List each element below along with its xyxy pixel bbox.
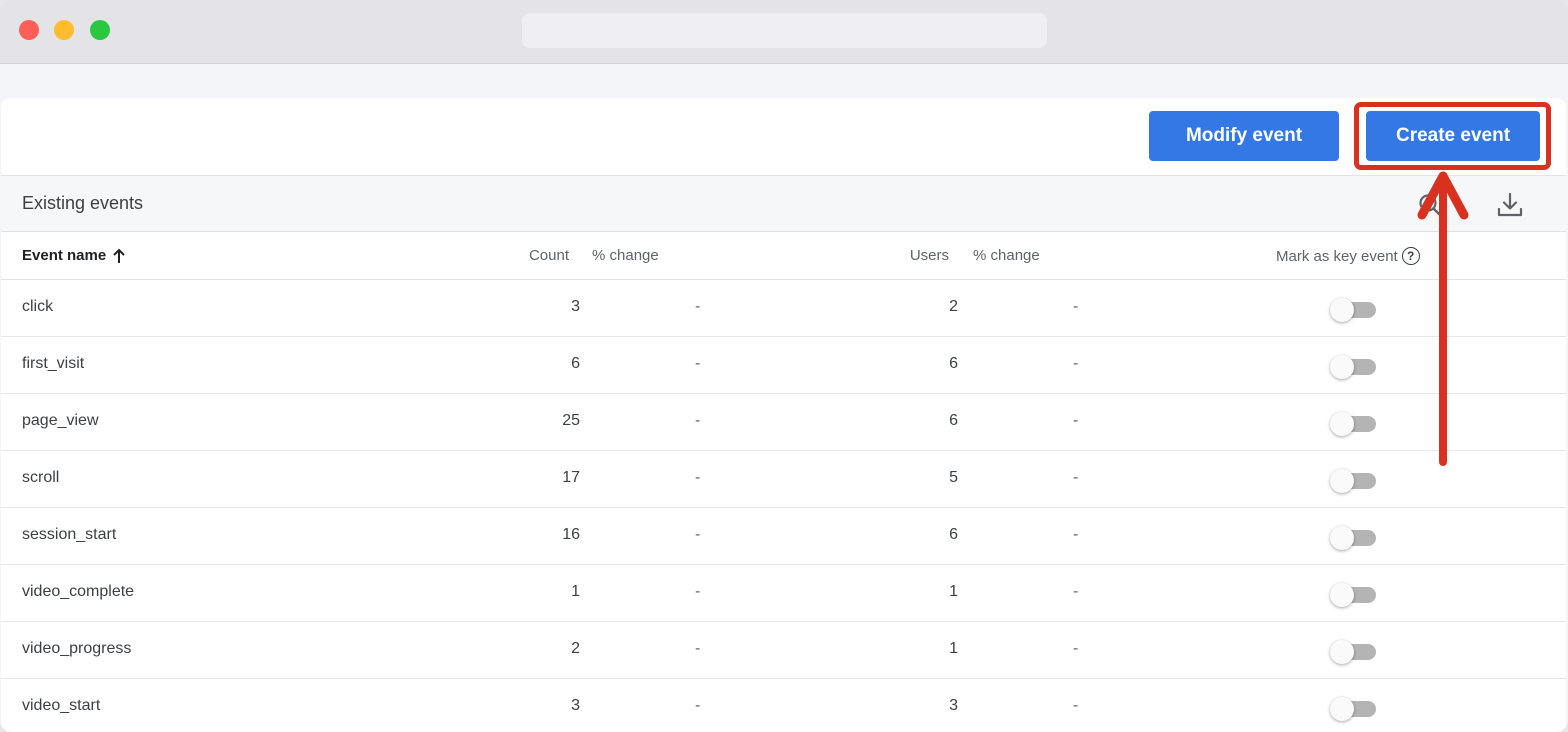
- event-count: 25: [562, 412, 580, 429]
- event-users-change: -: [1073, 355, 1079, 372]
- toggle-knob: [1330, 526, 1354, 550]
- close-window-button[interactable]: [19, 20, 39, 40]
- table-row: scroll 17 - 5 -: [1, 451, 1566, 508]
- table-row: video_complete 1 - 1 -: [1, 565, 1566, 622]
- event-name: page_view: [22, 412, 99, 429]
- events-toolbar: Modify event Create event: [1, 98, 1566, 176]
- event-name: first_visit: [22, 355, 85, 372]
- column-key-event-label: Mark as key event: [1276, 247, 1398, 265]
- key-event-toggle[interactable]: [1330, 355, 1376, 379]
- event-count-change: -: [695, 469, 701, 486]
- event-count: 3: [571, 697, 580, 714]
- key-event-toggle[interactable]: [1330, 697, 1376, 721]
- modify-event-button[interactable]: Modify event: [1149, 111, 1339, 161]
- event-name: session_start: [22, 526, 117, 543]
- title-bar: [0, 0, 1568, 64]
- column-event-name[interactable]: Event name: [22, 247, 126, 264]
- column-users[interactable]: Users: [910, 247, 949, 264]
- column-event-name-label: Event name: [22, 247, 107, 264]
- column-key-event: Mark as key event ?: [1276, 247, 1420, 265]
- event-name: video_complete: [22, 583, 135, 600]
- maximize-window-button[interactable]: [90, 20, 110, 40]
- events-card: Modify event Create event Existing event…: [1, 98, 1566, 732]
- event-count-change: -: [695, 298, 701, 315]
- browser-window: Modify event Create event Existing event…: [0, 0, 1568, 732]
- arrow-up-icon: [113, 248, 125, 263]
- search-icon[interactable]: [1417, 192, 1443, 218]
- table-row: page_view 25 - 6 -: [1, 394, 1566, 451]
- key-event-toggle[interactable]: [1330, 469, 1376, 493]
- table-header: Event name Count % change Users % change…: [1, 232, 1566, 280]
- event-count-change: -: [695, 355, 701, 372]
- toggle-knob: [1330, 355, 1354, 379]
- column-count-change[interactable]: % change: [592, 247, 659, 264]
- table-row: video_start 3 - 3 -: [1, 679, 1566, 732]
- event-count: 1: [571, 583, 580, 600]
- column-users-change[interactable]: % change: [973, 247, 1040, 264]
- toggle-knob: [1330, 298, 1354, 322]
- section-title: Existing events: [22, 193, 144, 213]
- key-event-toggle[interactable]: [1330, 583, 1376, 607]
- event-users-change: -: [1073, 298, 1079, 315]
- key-event-toggle[interactable]: [1330, 526, 1376, 550]
- table-row: click 3 - 2 -: [1, 280, 1566, 337]
- key-event-toggle[interactable]: [1330, 298, 1376, 322]
- event-count-change: -: [695, 583, 701, 600]
- event-count: 16: [562, 526, 580, 543]
- event-name: video_start: [22, 697, 101, 714]
- event-count-change: -: [695, 640, 701, 657]
- event-users-change: -: [1073, 640, 1079, 657]
- create-event-highlight-box: [1354, 102, 1551, 170]
- event-name: video_progress: [22, 640, 132, 657]
- table-row: session_start 16 - 6 -: [1, 508, 1566, 565]
- event-users-change: -: [1073, 526, 1079, 543]
- events-table-body: click 3 - 2 - first_visit 6 - 6 - page_v…: [1, 280, 1566, 732]
- minimize-window-button[interactable]: [54, 20, 74, 40]
- event-users-change: -: [1073, 583, 1079, 600]
- download-icon[interactable]: [1495, 190, 1525, 220]
- key-event-toggle[interactable]: [1330, 412, 1376, 436]
- event-count: 2: [571, 640, 580, 657]
- toggle-knob: [1330, 412, 1354, 436]
- event-count-change: -: [695, 412, 701, 429]
- event-count: 6: [571, 355, 580, 372]
- key-event-toggle[interactable]: [1330, 640, 1376, 664]
- event-users-change: -: [1073, 469, 1079, 486]
- event-users-change: -: [1073, 697, 1079, 714]
- toggle-knob: [1330, 640, 1354, 664]
- column-count[interactable]: Count: [529, 247, 569, 264]
- event-count-change: -: [695, 526, 701, 543]
- toggle-knob: [1330, 697, 1354, 721]
- event-users: 6: [949, 526, 958, 543]
- event-users-change: -: [1073, 412, 1079, 429]
- event-users: 6: [949, 355, 958, 372]
- event-users: 6: [949, 412, 958, 429]
- event-users: 1: [949, 640, 958, 657]
- event-users: 2: [949, 298, 958, 315]
- help-circle-icon[interactable]: ?: [1401, 247, 1420, 265]
- toggle-knob: [1330, 583, 1354, 607]
- event-name: click: [22, 298, 54, 315]
- event-name: scroll: [22, 469, 60, 486]
- table-row: video_progress 2 - 1 -: [1, 622, 1566, 679]
- address-bar[interactable]: [522, 13, 1047, 48]
- existing-events-header: Existing events: [1, 176, 1566, 232]
- event-count-change: -: [695, 697, 701, 714]
- event-users: 3: [949, 697, 958, 714]
- event-count: 17: [562, 469, 580, 486]
- toggle-knob: [1330, 469, 1354, 493]
- event-count: 3: [571, 298, 580, 315]
- event-users: 1: [949, 583, 958, 600]
- event-users: 5: [949, 469, 958, 486]
- table-row: first_visit 6 - 6 -: [1, 337, 1566, 394]
